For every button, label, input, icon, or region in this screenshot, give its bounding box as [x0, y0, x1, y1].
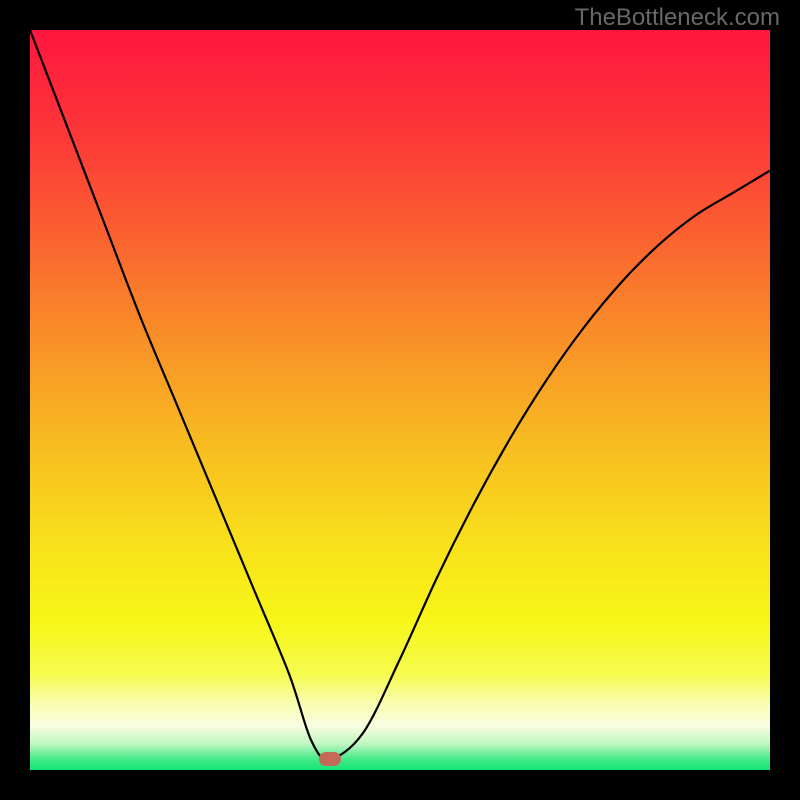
bottleneck-curve: [30, 30, 770, 770]
plot-area: [30, 30, 770, 770]
optimal-marker: [319, 752, 341, 766]
chart-frame: TheBottleneck.com: [0, 0, 800, 800]
watermark-text: TheBottleneck.com: [575, 4, 780, 32]
